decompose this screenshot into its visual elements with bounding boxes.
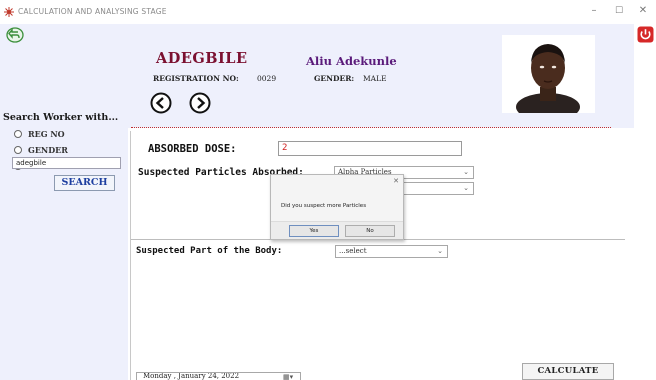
- dialog-no-button[interactable]: No: [345, 225, 395, 237]
- gender-value: MALE: [363, 74, 387, 83]
- radio-gender[interactable]: GENDER: [14, 145, 68, 155]
- next-arrow-icon[interactable]: [189, 92, 211, 114]
- dialog-yes-button[interactable]: Yes: [289, 225, 339, 237]
- worker-photo: [502, 35, 595, 113]
- dialog-close-icon[interactable]: ✕: [393, 177, 399, 185]
- app-window: CALCULATION AND ANALYSING STAGE – ☐ ✕ Se…: [0, 0, 656, 380]
- date-picker[interactable]: Monday , January 24, 2022 ▦▾: [136, 372, 301, 380]
- search-button[interactable]: SEARCH: [54, 175, 115, 191]
- maximize-button[interactable]: ☐: [611, 4, 627, 18]
- dialog-footer: Yes No: [271, 221, 403, 239]
- absorbed-dose-input[interactable]: 2: [278, 141, 462, 156]
- minimize-button[interactable]: –: [586, 4, 602, 18]
- absorbed-dose-label: ABSORBED DOSE:: [148, 143, 237, 155]
- search-input[interactable]: adegbile: [12, 157, 121, 169]
- registration-label: REGISTRATION NO:: [153, 74, 239, 83]
- dialog-message: Did you suspect more Particles: [281, 203, 367, 209]
- window-title: CALCULATION AND ANALYSING STAGE: [18, 7, 167, 16]
- gender-label: GENDER:: [314, 74, 355, 83]
- search-title: Search Worker with...: [3, 112, 119, 123]
- sidebar: Search Worker with... REG NO GENDER SURN…: [0, 24, 128, 380]
- back-arrow-icon[interactable]: [6, 27, 24, 43]
- app-icon: [4, 7, 14, 17]
- calculate-button[interactable]: CALCULATE: [522, 363, 614, 380]
- title-bar: CALCULATION AND ANALYSING STAGE – ☐ ✕: [0, 0, 656, 24]
- body-part-select-value: ...select: [339, 247, 367, 255]
- radio-reg-no-circle[interactable]: [14, 130, 22, 138]
- body-part-label: Suspected Part of the Body:: [136, 246, 283, 256]
- previous-arrow-icon[interactable]: [150, 92, 172, 114]
- header-separator: [131, 127, 611, 128]
- date-picker-value: Monday , January 24, 2022: [143, 372, 240, 380]
- radio-reg-no-label: REG NO: [28, 129, 65, 139]
- worker-full-name: Aliu Adekunle: [306, 54, 397, 68]
- chevron-down-icon: ⌄: [437, 247, 443, 255]
- power-icon[interactable]: [637, 26, 654, 43]
- radio-gender-label: GENDER: [28, 145, 68, 155]
- chevron-down-icon: ⌄: [463, 168, 469, 176]
- chevron-down-icon: ⌄: [463, 184, 469, 192]
- worker-surname: ADEGBILE: [156, 50, 248, 67]
- radio-reg-no[interactable]: REG NO: [14, 129, 65, 139]
- confirm-dialog: ✕ Did you suspect more Particles Yes No: [270, 174, 404, 240]
- registration-value: 0029: [257, 74, 277, 83]
- body-part-select[interactable]: ...select ⌄: [335, 245, 448, 258]
- close-button[interactable]: ✕: [635, 4, 651, 18]
- radio-gender-circle[interactable]: [14, 146, 22, 154]
- calendar-icon[interactable]: ▦▾: [283, 373, 293, 380]
